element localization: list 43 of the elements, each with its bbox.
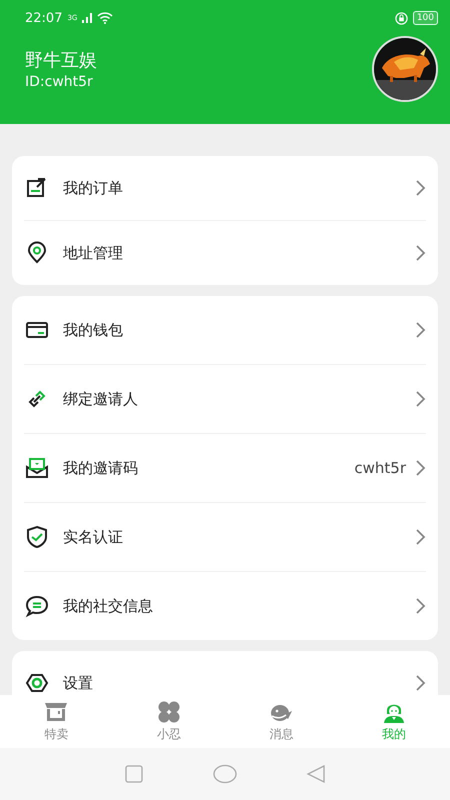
menu-icon <box>25 241 49 265</box>
wifi-icon <box>97 12 114 24</box>
menu-icon <box>25 671 49 695</box>
menu-label: 我的邀请码 <box>63 458 139 478</box>
menu-label: 我的订单 <box>63 178 124 198</box>
chevron-icon <box>414 244 426 262</box>
home-icon[interactable] <box>212 764 237 784</box>
back-icon[interactable] <box>306 764 326 784</box>
menu-item[interactable]: 我的社交信息 <box>24 571 426 640</box>
profile-id: ID:cwht5r <box>25 74 94 90</box>
signal-icon <box>82 13 92 23</box>
chevron-icon <box>414 674 426 692</box>
tab[interactable]: 特卖 <box>0 695 112 748</box>
menu-label: 绑定邀请人 <box>63 390 139 408</box>
menu-item[interactable]: 设置 <box>24 651 426 695</box>
menu-label: 地址管理 <box>63 244 124 262</box>
chevron-icon <box>414 459 426 477</box>
chevron-icon <box>414 390 426 408</box>
chevron-icon <box>414 179 426 197</box>
status-time: 22:07 <box>25 10 62 26</box>
menu-item[interactable]: 我的邀请码 cwht5r <box>24 433 426 502</box>
menu-label: 我的社交信息 <box>63 596 154 616</box>
tab[interactable]: 消息 <box>225 695 338 748</box>
menu-value: cwht5r <box>354 459 406 477</box>
chevron-icon <box>414 321 426 339</box>
menu-label: 实名认证 <box>63 528 124 546</box>
menu-label: 我的钱包 <box>63 320 124 340</box>
recents-icon[interactable] <box>124 764 144 784</box>
chevron-icon <box>414 528 426 546</box>
tab[interactable]: 小忍 <box>112 695 225 748</box>
profile-name: 野牛互娱 <box>25 49 98 72</box>
menu-item[interactable]: 我的订单 <box>24 156 426 220</box>
menu-item[interactable]: 绑定邀请人 <box>24 364 426 433</box>
chevron-icon <box>414 597 426 615</box>
menu-icon <box>25 525 49 549</box>
menu-item[interactable]: 我的钱包 <box>24 296 426 364</box>
menu-label: 设置 <box>63 674 94 692</box>
menu-item[interactable]: 地址管理 <box>24 220 426 285</box>
lock-icon <box>394 12 408 24</box>
menu-item[interactable]: 实名认证 <box>24 502 426 571</box>
menu-icon <box>25 594 49 618</box>
menu-icon <box>25 456 49 480</box>
battery-level: 100 <box>412 11 438 25</box>
